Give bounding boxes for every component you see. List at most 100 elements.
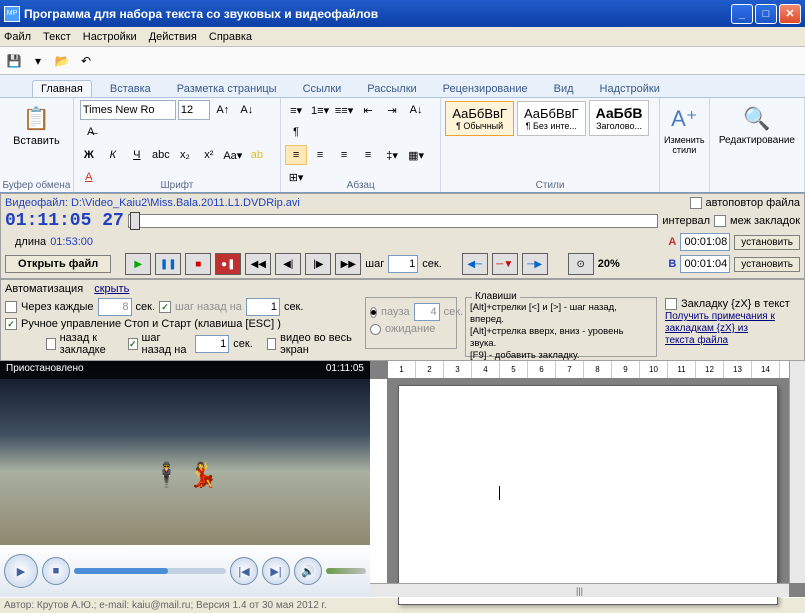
pause-input[interactable] <box>414 303 440 321</box>
step-input[interactable] <box>388 255 418 273</box>
wmp-next-button[interactable]: ▶| <box>262 557 290 585</box>
fullscreen-check[interactable] <box>267 338 276 350</box>
rec-button[interactable]: ●❚ <box>215 253 241 275</box>
wmp-progress[interactable] <box>74 568 226 574</box>
scrollbar-vertical[interactable] <box>789 361 805 583</box>
sort-icon[interactable]: A↓ <box>405 100 427 120</box>
maximize-button[interactable]: □ <box>755 4 777 24</box>
tab-mail[interactable]: Рассылки <box>359 81 424 97</box>
backbm-check[interactable] <box>46 338 55 350</box>
auto-hide-link[interactable]: скрыть <box>94 283 129 295</box>
wait-radio[interactable] <box>370 324 381 335</box>
style-normal[interactable]: АаБбВвГ ¶ Обычный <box>445 101 514 136</box>
minimize-button[interactable]: _ <box>731 4 753 24</box>
shrink-font-icon[interactable]: A↓ <box>236 100 258 120</box>
strike-icon[interactable]: abc <box>150 145 172 165</box>
menu-file[interactable]: Файл <box>4 31 31 43</box>
manual-check[interactable] <box>5 318 17 330</box>
pause-radio[interactable] <box>370 307 377 318</box>
align-left-icon[interactable]: ≡ <box>285 145 307 165</box>
tab-home[interactable]: Главная <box>32 80 92 97</box>
menu-text[interactable]: Текст <box>43 31 71 43</box>
get-notes-link[interactable]: Получить примечания к закладкам {zX} из … <box>665 311 791 347</box>
interval-bm-check[interactable] <box>714 215 726 227</box>
editing-button[interactable]: 🔍 Редактирование <box>714 100 800 149</box>
tab-insert[interactable]: Вставка <box>102 81 159 97</box>
bm-to-text-check[interactable] <box>665 298 677 310</box>
save-icon[interactable]: 💾 <box>4 51 24 71</box>
ruler-vertical[interactable] <box>370 379 388 583</box>
autorepeat-check[interactable] <box>690 197 702 209</box>
align-center-icon[interactable]: ≡ <box>309 145 331 165</box>
paste-button[interactable]: 📋 Вставить <box>4 100 69 150</box>
bold-icon[interactable]: Ж <box>78 145 100 165</box>
font-size-select[interactable] <box>178 100 210 120</box>
close-button[interactable]: ✕ <box>779 4 801 24</box>
font-name-select[interactable] <box>80 100 176 120</box>
scrollbar-horizontal[interactable]: ||| <box>370 583 789 597</box>
zoom-tool-button[interactable]: ⊙ <box>568 253 594 275</box>
bullets-icon[interactable]: ≡▾ <box>285 100 307 120</box>
stepback2-input[interactable] <box>195 335 229 353</box>
linespacing-icon[interactable]: ‡▾ <box>381 145 403 165</box>
change-styles-button[interactable]: A⁺ Изменить стили <box>664 100 705 158</box>
open-file-button[interactable]: Открыть файл <box>5 255 111 273</box>
b-time-input[interactable] <box>680 255 730 273</box>
highlight-icon[interactable]: ab <box>246 145 268 165</box>
play-button[interactable]: ▶ <box>125 253 151 275</box>
wmp-prev-button[interactable]: |◀ <box>230 557 258 585</box>
ruler-horizontal[interactable]: 1234567891011121314 <box>388 361 805 379</box>
showmarks-icon[interactable]: ¶ <box>285 122 307 142</box>
tab-addins[interactable]: Надстройки <box>592 81 668 97</box>
bm-next-button[interactable]: ─▶ <box>522 253 548 275</box>
a-time-input[interactable] <box>680 233 730 251</box>
every-check[interactable] <box>5 301 17 313</box>
align-right-icon[interactable]: ≡ <box>333 145 355 165</box>
clear-format-icon[interactable]: A̶ <box>80 122 102 142</box>
menu-settings[interactable]: Настройки <box>83 31 137 43</box>
tab-layout[interactable]: Разметка страницы <box>169 81 285 97</box>
indent-icon[interactable]: ⇥ <box>381 100 403 120</box>
underline-icon[interactable]: Ч <box>126 145 148 165</box>
wmp-stop-button[interactable]: ■ <box>42 557 70 585</box>
stepback-input[interactable] <box>246 298 280 316</box>
subscript-icon[interactable]: x₂ <box>174 145 196 165</box>
tab-refs[interactable]: Ссылки <box>295 81 350 97</box>
dropdown-icon[interactable]: ▾ <box>28 51 48 71</box>
video-frame[interactable]: 🕴️ 💃 Приостановлено 01:11:05 <box>0 361 370 545</box>
prev-button[interactable]: ◀◀ <box>245 253 271 275</box>
case-icon[interactable]: Aa▾ <box>222 145 244 165</box>
pause-button[interactable]: ❚❚ <box>155 253 181 275</box>
next-button[interactable]: ▶▶ <box>335 253 361 275</box>
a-set-button[interactable]: установить <box>734 235 800 250</box>
menu-help[interactable]: Справка <box>209 31 252 43</box>
shading-icon[interactable]: ▦▾ <box>405 145 427 165</box>
stepback2-check[interactable] <box>128 338 138 350</box>
superscript-icon[interactable]: x² <box>198 145 220 165</box>
stepfwd-button[interactable]: |▶ <box>305 253 331 275</box>
tab-review[interactable]: Рецензирование <box>435 81 536 97</box>
stepback-check[interactable] <box>159 301 171 313</box>
italic-icon[interactable]: К <box>102 145 124 165</box>
wmp-volume-slider[interactable] <box>326 568 366 574</box>
grow-font-icon[interactable]: A↑ <box>212 100 234 120</box>
stop-button[interactable]: ■ <box>185 253 211 275</box>
numbering-icon[interactable]: 1≡▾ <box>309 100 331 120</box>
seek-slider[interactable] <box>128 214 659 228</box>
menu-actions[interactable]: Действия <box>149 31 197 43</box>
outdent-icon[interactable]: ⇤ <box>357 100 379 120</box>
document-page[interactable] <box>398 385 778 605</box>
bm-prev-button[interactable]: ◀─ <box>462 253 488 275</box>
tab-view[interactable]: Вид <box>546 81 582 97</box>
justify-icon[interactable]: ≡ <box>357 145 379 165</box>
bm-add-button[interactable]: ─▼ <box>492 253 518 275</box>
undo-icon[interactable]: ↶ <box>76 51 96 71</box>
multilevel-icon[interactable]: ≡≡▾ <box>333 100 355 120</box>
open-icon[interactable]: 📂 <box>52 51 72 71</box>
style-nospacing[interactable]: АаБбВвГ ¶ Без инте... <box>517 101 586 136</box>
stepback-button[interactable]: ◀| <box>275 253 301 275</box>
every-input[interactable] <box>98 298 132 316</box>
style-heading1[interactable]: АаБбВ Заголово... <box>589 100 650 136</box>
wmp-play-button[interactable]: ▶ <box>4 554 38 588</box>
b-set-button[interactable]: установить <box>734 257 800 272</box>
